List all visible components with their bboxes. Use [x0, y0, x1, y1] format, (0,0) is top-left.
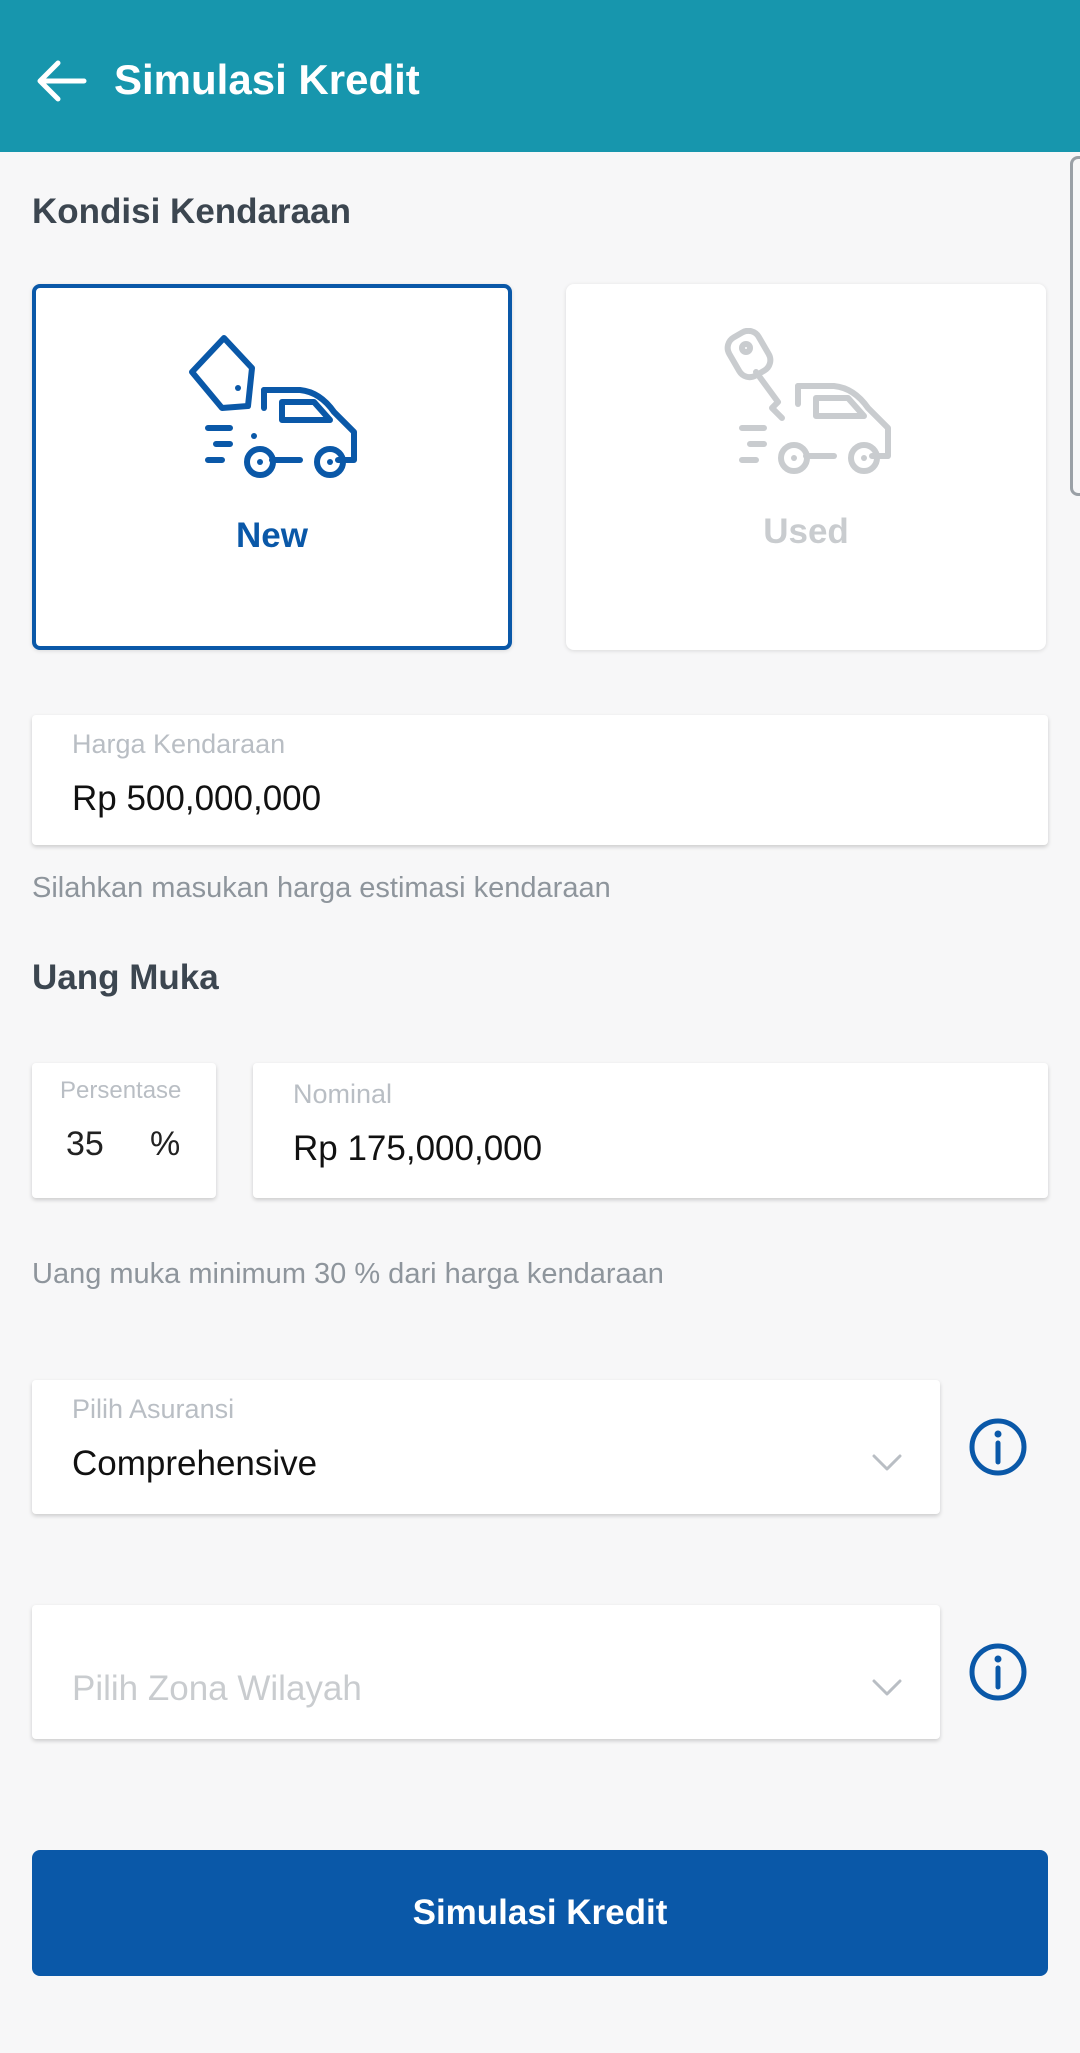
- zona-wilayah-dropdown[interactable]: Pilih Zona Wilayah: [32, 1605, 940, 1739]
- condition-option-new[interactable]: New: [32, 284, 512, 650]
- condition-label-new: New: [236, 516, 308, 555]
- asuransi-info-button[interactable]: [968, 1417, 1028, 1477]
- uang-muka-section-title: Uang Muka: [32, 958, 219, 997]
- harga-kendaraan-field[interactable]: Harga Kendaraan Rp 500,000,000: [32, 715, 1048, 845]
- info-icon: [969, 1643, 1027, 1701]
- info-icon: [969, 1418, 1027, 1476]
- nominal-label: Nominal: [293, 1079, 393, 1109]
- persentase-label: Persentase: [60, 1077, 182, 1104]
- asuransi-label: Pilih Asuransi: [72, 1394, 235, 1424]
- asuransi-dropdown[interactable]: Pilih Asuransi Comprehensive: [32, 1380, 940, 1514]
- arrow-left-icon: [37, 60, 87, 102]
- back-button[interactable]: [30, 50, 92, 112]
- chevron-down-icon: [872, 1454, 902, 1471]
- zona-wilayah-placeholder: Pilih Zona Wilayah: [72, 1669, 362, 1708]
- persentase-value: 35: [66, 1125, 104, 1163]
- nominal-value: Rp 175,000,000: [293, 1129, 543, 1168]
- harga-helper-text: Silahkan masukan harga estimasi kendaraa…: [32, 872, 611, 904]
- persentase-field[interactable]: Persentase 35 %: [32, 1063, 216, 1198]
- zona-info-button[interactable]: [968, 1642, 1028, 1702]
- used-car-key-icon: [716, 327, 896, 478]
- harga-kendaraan-value: Rp 500,000,000: [72, 779, 322, 818]
- page-title: Simulasi Kredit: [114, 56, 420, 103]
- nominal-field[interactable]: Nominal Rp 175,000,000: [253, 1063, 1048, 1198]
- uang-muka-helper-text: Uang muka minimum 30 % dari harga kendar…: [32, 1258, 664, 1290]
- app-bar: Simulasi Kredit: [0, 0, 1080, 152]
- asuransi-value: Comprehensive: [72, 1444, 318, 1483]
- scroll-indicator[interactable]: [1070, 156, 1080, 496]
- kondisi-section-title: Kondisi Kendaraan: [32, 192, 351, 231]
- persentase-unit: %: [150, 1125, 181, 1163]
- condition-label-used: Used: [763, 512, 849, 551]
- chevron-down-icon: [872, 1679, 902, 1696]
- harga-kendaraan-label: Harga Kendaraan: [72, 729, 286, 759]
- simulasi-kredit-button[interactable]: Simulasi Kredit: [32, 1850, 1048, 1976]
- new-car-tag-icon: [182, 332, 362, 482]
- condition-option-used[interactable]: Used: [566, 284, 1046, 650]
